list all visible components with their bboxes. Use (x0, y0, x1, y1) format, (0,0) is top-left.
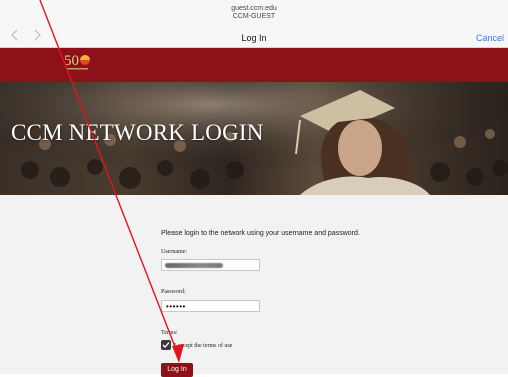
host-url: guest.ccm.edu (231, 5, 277, 12)
login-instructions: Please login to the network using your u… (161, 230, 360, 237)
password-label: Password: (161, 289, 186, 295)
login-button[interactable]: Log In (161, 363, 193, 377)
network-ssid: CCM-GUEST (232, 13, 276, 20)
terms-checkbox-label: I accept the terms of use (174, 343, 233, 349)
terms-checkbox[interactable] (161, 340, 171, 350)
password-value: •••••• (166, 302, 186, 311)
page-title: Log In (241, 33, 267, 43)
terms-label: Terms: (161, 330, 178, 336)
logo-text: 50 (64, 53, 79, 69)
username-label: Username: (161, 249, 187, 255)
browser-toolbar: guest.ccm.edu CCM-GUEST Log In Cancel (0, 0, 508, 48)
login-section (0, 195, 508, 374)
ccm-50-logo: 50 (64, 50, 92, 72)
cancel-button[interactable]: Cancel (476, 33, 504, 43)
redacted-username (165, 263, 223, 268)
username-field[interactable] (161, 259, 260, 271)
password-field[interactable]: •••••• (161, 300, 260, 312)
checkmark-icon (162, 342, 170, 348)
hero-title: CCM NETWORK LOGIN (11, 120, 264, 145)
